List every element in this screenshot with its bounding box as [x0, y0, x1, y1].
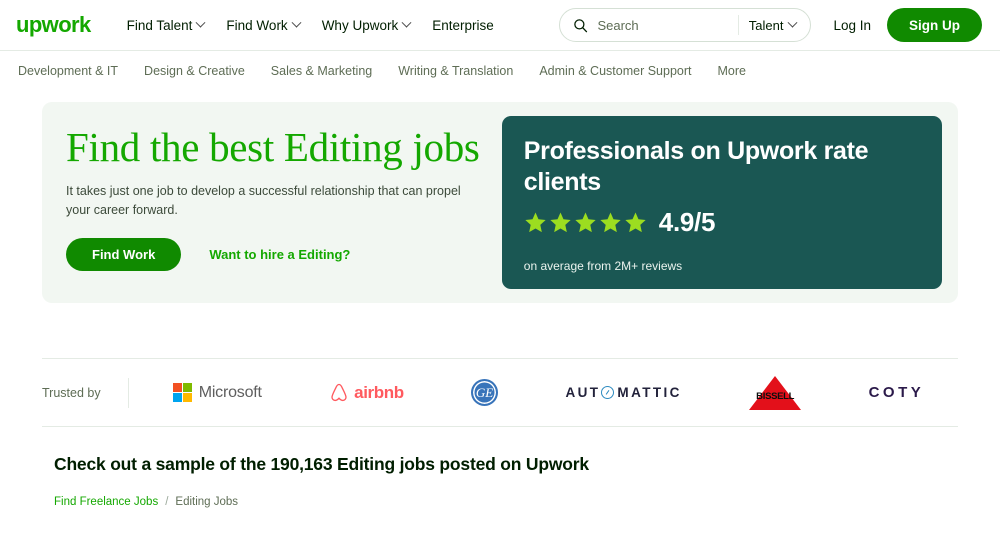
breadcrumb: Find Freelance Jobs / Editing Jobs — [54, 496, 958, 508]
chevron-down-icon — [196, 17, 206, 27]
automattic-logo-text-b: MATTIC — [617, 385, 681, 400]
star-icon — [599, 211, 622, 234]
star-icon — [574, 211, 597, 234]
airbnb-logo-text: airbnb — [354, 383, 404, 403]
nav-right-group: Talent Log In Sign Up — [559, 8, 982, 42]
nav-item-find-talent[interactable]: Find Talent — [127, 18, 205, 33]
category-admin-customer-support[interactable]: Admin & Customer Support — [539, 64, 691, 78]
rating-card: Professionals on Upwork rate clients 4.9… — [502, 116, 942, 289]
top-navigation-bar: upwork Find Talent Find Work Why Upwork … — [0, 0, 1000, 50]
nav-item-label: Find Talent — [127, 18, 193, 33]
hero-section-wrapper: Find the best Editing jobs It takes just… — [0, 90, 1000, 303]
search-icon — [573, 18, 588, 33]
star-icon — [624, 211, 647, 234]
hero-left-column: Find the best Editing jobs It takes just… — [54, 116, 490, 289]
brand-logos: Microsoft airbnb GE AUT — [139, 376, 958, 410]
category-writing-translation[interactable]: Writing & Translation — [398, 64, 513, 78]
category-design-creative[interactable]: Design & Creative — [144, 64, 245, 78]
category-more[interactable]: More — [718, 64, 746, 78]
nav-item-label: Find Work — [226, 18, 287, 33]
nav-item-enterprise[interactable]: Enterprise — [432, 18, 494, 33]
nav-item-label: Enterprise — [432, 18, 494, 33]
ge-logo: GE — [471, 379, 498, 406]
microsoft-logo: Microsoft — [173, 383, 262, 402]
star-rating — [524, 211, 647, 234]
trusted-by-section: Trusted by Microsoft airbnb — [0, 358, 1000, 427]
airbnb-logo: airbnb — [329, 382, 404, 403]
category-sales-marketing[interactable]: Sales & Marketing — [271, 64, 372, 78]
ge-monogram-icon: GE — [471, 379, 498, 406]
find-work-button[interactable]: Find Work — [66, 238, 181, 271]
search-input[interactable] — [597, 18, 735, 33]
automattic-circle-icon — [601, 386, 614, 399]
rating-row: 4.9/5 — [524, 207, 920, 238]
sign-up-button[interactable]: Sign Up — [887, 8, 982, 42]
bissell-logo-text: BISSELL — [749, 391, 801, 402]
log-in-link[interactable]: Log In — [833, 18, 871, 33]
search-bar[interactable]: Talent — [559, 8, 811, 42]
breadcrumb-separator: / — [165, 496, 168, 508]
coty-logo: COTY — [869, 384, 925, 401]
nav-item-why-upwork[interactable]: Why Upwork — [322, 18, 411, 33]
chevron-down-icon — [291, 17, 301, 27]
automattic-logo: AUT MATTIC — [565, 385, 681, 400]
trusted-by-label: Trusted by — [42, 386, 128, 400]
star-icon — [549, 211, 572, 234]
search-divider — [738, 15, 739, 35]
rating-card-title: Professionals on Upwork rate clients — [524, 136, 920, 199]
hero-subtitle: It takes just one job to develop a succe… — [66, 182, 486, 220]
coty-logo-text: COTY — [869, 384, 925, 401]
search-scope-selector[interactable]: Talent — [749, 18, 805, 33]
breadcrumb-find-freelance-jobs[interactable]: Find Freelance Jobs — [54, 496, 158, 508]
automattic-logo-text-a: AUT — [565, 385, 600, 400]
hero-cta-group: Find Work Want to hire a Editing? — [66, 238, 490, 271]
category-nav-bar: Development & IT Design & Creative Sales… — [0, 51, 1000, 90]
upwork-logo[interactable]: upwork — [16, 14, 91, 36]
main-nav-links: Find Talent Find Work Why Upwork Enterpr… — [127, 18, 494, 33]
chevron-down-icon — [402, 17, 412, 27]
microsoft-squares-icon — [173, 383, 192, 402]
ge-logo-text: GE — [476, 385, 493, 401]
microsoft-logo-text: Microsoft — [199, 384, 262, 402]
hero-section: Find the best Editing jobs It takes just… — [42, 102, 958, 303]
nav-item-label: Why Upwork — [322, 18, 399, 33]
search-scope-label: Talent — [749, 18, 784, 33]
breadcrumb-current: Editing Jobs — [175, 496, 238, 508]
trusted-vertical-divider — [128, 378, 129, 408]
jobs-sample-section: Check out a sample of the 190,163 Editin… — [0, 427, 1000, 508]
page-title: Find the best Editing jobs — [66, 126, 490, 169]
jobs-sample-heading: Check out a sample of the 190,163 Editin… — [54, 454, 958, 475]
bissell-logo: BISSELL — [749, 376, 801, 410]
category-development-it[interactable]: Development & IT — [18, 64, 118, 78]
trusted-by-row: Trusted by Microsoft airbnb — [42, 359, 958, 426]
rating-value: 4.9/5 — [659, 207, 715, 238]
nav-item-find-work[interactable]: Find Work — [226, 18, 299, 33]
chevron-down-icon — [788, 17, 798, 27]
star-icon — [524, 211, 547, 234]
airbnb-mark-icon — [329, 382, 349, 403]
rating-card-note: on average from 2M+ reviews — [524, 259, 920, 273]
want-to-hire-link[interactable]: Want to hire a Editing? — [209, 247, 350, 262]
